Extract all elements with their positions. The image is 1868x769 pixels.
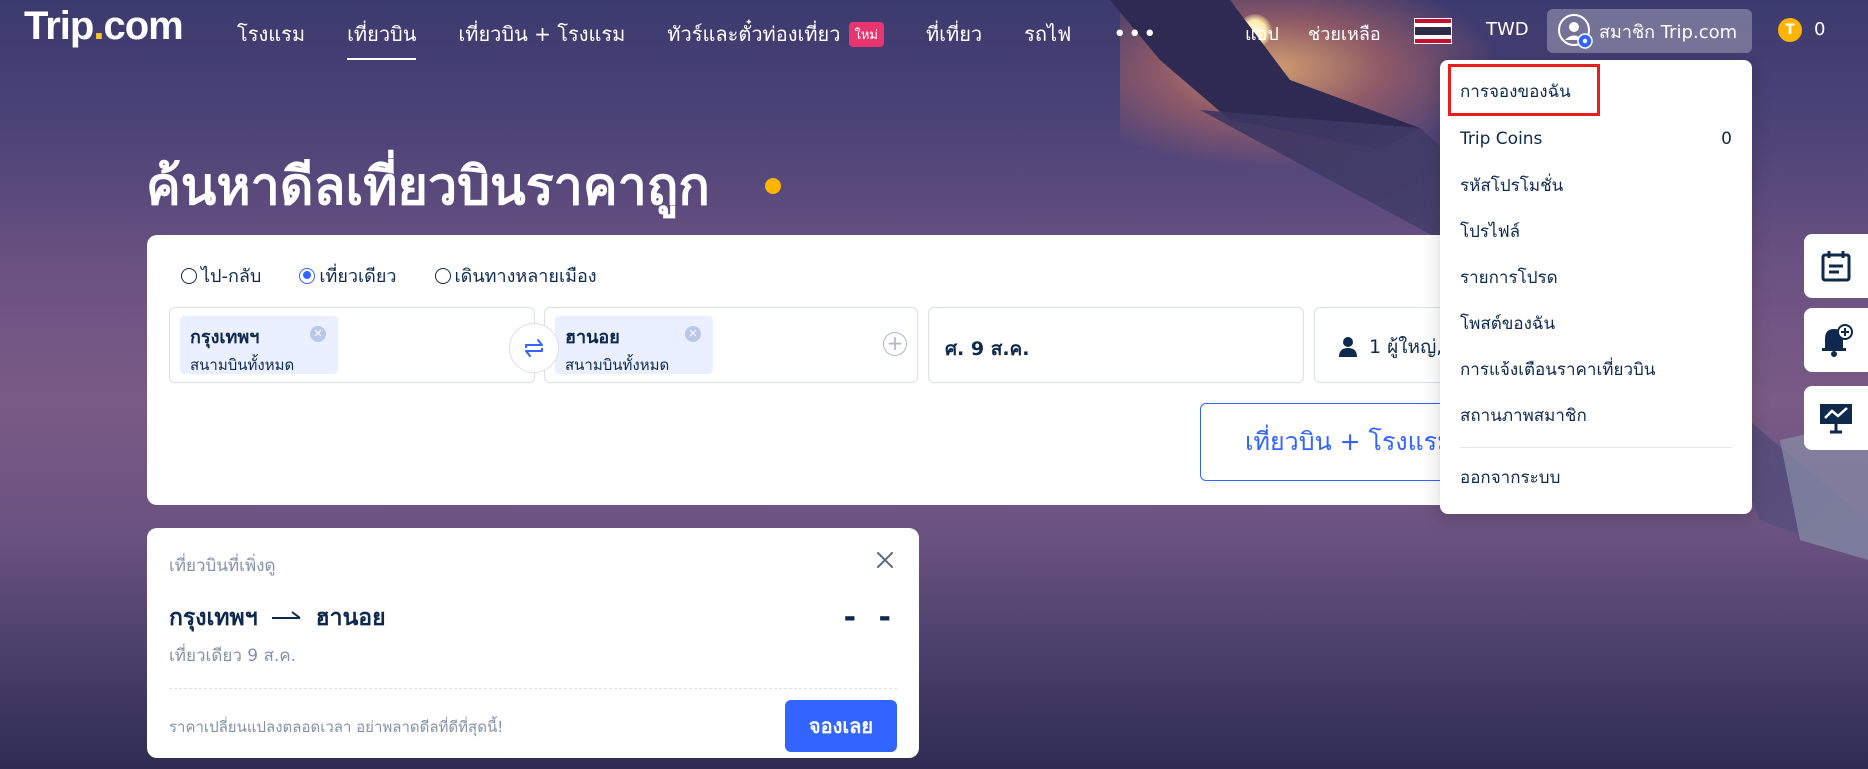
menu-promo-codes[interactable]: รหัสโปรโมชั่น — [1460, 170, 1732, 200]
nav-flight-hotel[interactable]: เที่ยวบิน + โรงแรม — [458, 18, 625, 50]
arrival-airport: สนามบินทั้งหมด — [565, 356, 670, 374]
hero-title: ค้นหาดีลเที่ยวบินราคาถูก — [146, 157, 710, 217]
recent-price: - - — [843, 600, 897, 635]
radio-checked-icon — [299, 267, 316, 284]
top-header: Trip.com โรงแรม เที่ยวบิน เที่ยวบิน + โร… — [0, 0, 1868, 62]
departure-airport: สนามบินทั้งหมด — [190, 356, 295, 374]
departure-city-chip[interactable]: กรุงเทพฯ สนามบินทั้งหมด ✕ — [180, 316, 338, 374]
trip-coin-icon[interactable]: T — [1778, 18, 1802, 42]
menu-price-alerts[interactable]: การแจ้งเตือนราคาเที่ยวบิน — [1460, 354, 1732, 384]
account-dropdown-menu: การจองของฉัน Trip Coins 0 รหัสโปรโมชั่น … — [1440, 60, 1752, 514]
trip-type-one-way[interactable]: เที่ยวเดียว — [299, 261, 397, 290]
nav-attractions[interactable]: ที่เที่ยว — [926, 18, 982, 50]
calendar-icon — [1821, 251, 1851, 282]
menu-logout[interactable]: ออกจากระบบ — [1460, 462, 1732, 492]
nav-hotels[interactable]: โรงแรม — [237, 18, 305, 50]
trip-type-multi-city[interactable]: เดินทางหลายเมือง — [434, 261, 597, 290]
route-origin: กรุงเทพฯ — [169, 605, 258, 631]
coin-count: 0 — [1814, 19, 1826, 40]
member-label: สมาชิก Trip.com — [1599, 21, 1738, 43]
nav-flights[interactable]: เที่ยวบิน — [347, 18, 417, 60]
trend-chart-icon — [1820, 404, 1852, 434]
clear-arrival-icon[interactable]: ✕ — [685, 326, 701, 342]
departure-city: กรุงเทพฯ — [190, 327, 260, 348]
recently-viewed-card: เที่ยวบินที่เพิ่งดู กรุงเทพฯ ฮานอย - - เ… — [147, 528, 919, 758]
route-destination: ฮานอย — [315, 605, 386, 631]
close-icon[interactable] — [873, 548, 897, 572]
nav-tours-tickets[interactable]: ทัวร์และตั๋วท่องเที่ยว ใหม่ — [667, 18, 884, 50]
departure-field[interactable]: กรุงเทพฯ สนามบินทั้งหมด ✕ — [169, 307, 535, 383]
flight-search-panel: ไป-กลับ เที่ยวเดียว เดินทางหลายเมือง กรุ… — [147, 235, 1614, 505]
nav-trains[interactable]: รถไฟ — [1024, 18, 1071, 50]
main-nav: โรงแรม เที่ยวบิน เที่ยวบิน + โรงแรม ทัวร… — [237, 18, 1158, 60]
menu-membership-status[interactable]: สถานภาพสมาชิก — [1460, 400, 1732, 430]
menu-trip-coins[interactable]: Trip Coins 0 — [1460, 124, 1732, 154]
trip-coins-value: 0 — [1721, 129, 1732, 149]
side-calendar-button[interactable] — [1804, 234, 1868, 298]
swap-cities-button[interactable] — [509, 323, 559, 373]
trip-type-round-trip[interactable]: ไป-กลับ — [181, 261, 261, 290]
user-avatar-icon — [1558, 14, 1593, 49]
menu-profile[interactable]: โปรไฟล์ — [1460, 216, 1732, 246]
recent-trip-info: เที่ยวเดียว 9 ส.ค. — [169, 646, 297, 666]
menu-divider — [1460, 447, 1732, 448]
trip-com-logo[interactable]: Trip.com — [24, 4, 184, 49]
member-account-button[interactable]: สมาชิก Trip.com — [1547, 9, 1752, 53]
add-destination-icon[interactable]: + — [883, 332, 907, 356]
menu-favorites[interactable]: รายการโปรด — [1460, 262, 1732, 292]
new-badge: ใหม่ — [848, 21, 884, 47]
price-change-note: ราคาเปลี่ยนแปลงตลอดเวลา อย่าพลาดดีลที่ดี… — [169, 718, 504, 736]
currency-selector[interactable]: TWD — [1486, 19, 1529, 40]
swap-icon — [525, 339, 543, 357]
more-dots-icon[interactable]: ••• — [1113, 18, 1158, 50]
arrival-city: ฮานอย — [565, 327, 620, 348]
help-link[interactable]: ช่วยเหลือ — [1308, 19, 1381, 48]
menu-my-bookings[interactable]: การจองของฉัน — [1460, 76, 1732, 106]
arrival-field[interactable]: ฮานอย สนามบินทั้งหมด ✕ + — [544, 307, 918, 383]
arrival-city-chip[interactable]: ฮานอย สนามบินทั้งหมด ✕ — [555, 316, 713, 374]
app-link[interactable]: แอป — [1245, 19, 1279, 48]
departure-date-field[interactable]: ศ. 9 ส.ค. — [928, 307, 1304, 383]
trip-type-selector: ไป-กลับ เที่ยวเดียว เดินทางหลายเมือง — [181, 261, 597, 290]
thailand-flag-icon[interactable] — [1414, 18, 1452, 44]
arrow-right-icon — [271, 611, 301, 619]
menu-my-posts[interactable]: โพสต์ของฉัน — [1460, 308, 1732, 338]
departure-date: ศ. 9 ส.ค. — [945, 338, 1030, 360]
hero-accent-dot — [765, 178, 781, 194]
clear-departure-icon[interactable]: ✕ — [310, 326, 326, 342]
passengers-label: 1 ผู้ใหญ่, — [1369, 336, 1443, 358]
recent-route[interactable]: กรุงเทพฯ ฮานอย — [169, 600, 386, 636]
recently-viewed-title: เที่ยวบินที่เพิ่งดู — [169, 556, 276, 576]
book-now-button[interactable]: จองเลย — [785, 700, 897, 752]
radio-unchecked-icon — [434, 267, 451, 284]
bell-add-icon — [1822, 324, 1853, 357]
side-trend-button[interactable] — [1804, 386, 1868, 450]
person-icon — [1339, 337, 1357, 357]
divider — [169, 688, 897, 689]
side-price-alert-button[interactable] — [1804, 308, 1868, 372]
radio-unchecked-icon — [181, 267, 197, 284]
